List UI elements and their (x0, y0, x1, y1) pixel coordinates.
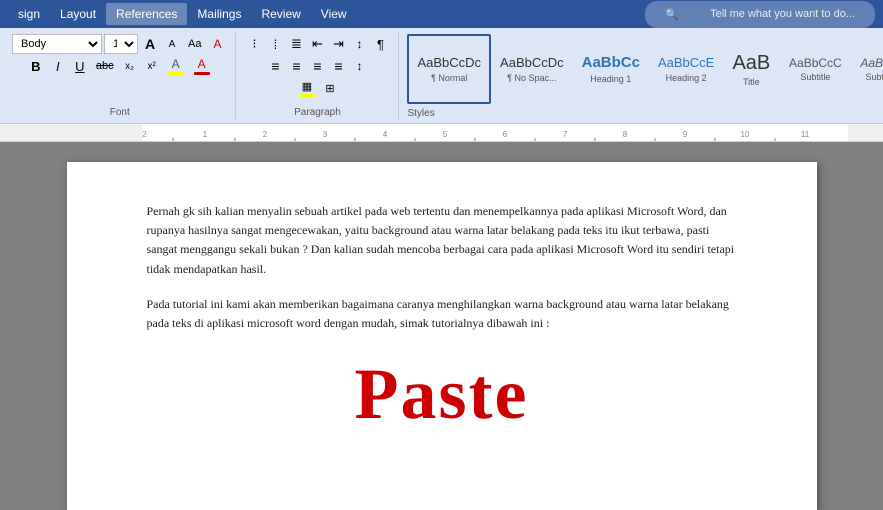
shading-button[interactable]: ▦ (295, 78, 319, 98)
style-heading2-preview: AaBbCcE (658, 55, 714, 71)
style-no-space-label: ¶ No Spac... (507, 73, 556, 83)
svg-text:2: 2 (263, 130, 268, 139)
style-normal-preview: AaBbCcDc (417, 55, 481, 71)
svg-text:1: 1 (203, 130, 208, 139)
highlight-color-button[interactable]: A (164, 56, 188, 76)
menu-item-layout[interactable]: Layout (50, 3, 106, 25)
sort-button[interactable]: ↕ (349, 34, 369, 54)
bold-button[interactable]: B (26, 56, 46, 76)
style-heading1[interactable]: AaBbCc Heading 1 (573, 34, 649, 104)
change-case-button[interactable]: Aa (184, 34, 205, 54)
paragraph-2: Pada tutorial ini kami akan memberikan b… (147, 295, 737, 333)
document-page: Pernah gk sih kalian menyalin sebuah art… (67, 162, 817, 510)
style-subtitle-label: Subtitle (800, 72, 830, 82)
style-subtitle[interactable]: AaBbCcC Subtitle (779, 34, 851, 104)
style-heading1-preview: AaBbCc (582, 54, 640, 72)
strikethrough-button[interactable]: abc (92, 56, 118, 76)
style-subtle-em[interactable]: AaBbCcDa Subtle Em... (851, 34, 883, 104)
line-spacing-button[interactable]: ↕ (349, 56, 369, 76)
document-area: Pernah gk sih kalian menyalin sebuah art… (0, 142, 883, 510)
style-subtle-em-label: Subtle Em... (866, 72, 883, 82)
style-no-space-preview: AaBbCcDc (500, 55, 564, 71)
style-no-space[interactable]: AaBbCcDc ¶ No Spac... (491, 34, 573, 104)
bullets-button[interactable]: ⁝ (244, 34, 264, 54)
decrease-indent-button[interactable]: ⇤ (307, 34, 327, 54)
justify-button[interactable]: ≡ (328, 56, 348, 76)
style-title-label: Title (743, 77, 760, 87)
svg-text:7: 7 (563, 130, 568, 139)
search-box[interactable]: 🔍 Tell me what you want to do... (645, 1, 875, 28)
svg-text:5: 5 (443, 130, 448, 139)
align-right-button[interactable]: ≡ (307, 56, 327, 76)
paragraph-1: Pernah gk sih kalian menyalin sebuah art… (147, 202, 737, 279)
svg-text:9: 9 (683, 130, 688, 139)
style-heading2[interactable]: AaBbCcE Heading 2 (649, 34, 723, 104)
style-normal[interactable]: AaBbCcDc ¶ Normal (407, 34, 491, 104)
style-heading1-label: Heading 1 (590, 74, 631, 84)
font-name-selector[interactable]: Body (12, 34, 102, 54)
styles-gallery: AaBbCcDc ¶ Normal AaBbCcDc ¶ No Spac... … (407, 34, 883, 104)
clear-format-button[interactable]: A (207, 34, 227, 54)
style-subtitle-preview: AaBbCcC (789, 56, 842, 70)
svg-text:-2: -2 (143, 130, 147, 139)
menu-item-sign[interactable]: sign (8, 3, 50, 25)
style-title[interactable]: AaB Title (723, 34, 779, 104)
style-title-preview: AaB (732, 51, 770, 75)
shrink-font-button[interactable]: A (162, 34, 182, 54)
menu-item-review[interactable]: Review (251, 3, 310, 25)
svg-text:10: 10 (741, 130, 750, 139)
svg-text:4: 4 (383, 130, 388, 139)
align-center-button[interactable]: ≡ (286, 56, 306, 76)
multilevel-list-button[interactable]: ≣ (286, 34, 306, 54)
superscript-button[interactable]: x² (142, 56, 162, 76)
styles-group-label: Styles (407, 104, 434, 119)
increase-indent-button[interactable]: ⇥ (328, 34, 348, 54)
font-color-button[interactable]: A (190, 56, 214, 76)
numbering-button[interactable]: ⁞ (265, 34, 285, 54)
paste-word: Paste (147, 353, 737, 436)
align-left-button[interactable]: ≡ (265, 56, 285, 76)
font-size-selector[interactable]: 11 (104, 34, 138, 54)
search-icon: 🔍 (655, 4, 689, 25)
search-placeholder: Tell me what you want to do... (700, 4, 865, 24)
style-heading2-label: Heading 2 (666, 73, 707, 83)
styles-group: AaBbCcDc ¶ Normal AaBbCcDc ¶ No Spac... … (403, 32, 883, 120)
style-normal-label: ¶ Normal (431, 73, 467, 83)
subscript-button[interactable]: x₂ (120, 56, 140, 76)
ruler: -2 1 2 3 4 5 6 7 8 9 10 (0, 124, 883, 142)
menu-item-references[interactable]: References (106, 3, 187, 25)
svg-text:6: 6 (503, 130, 508, 139)
show-marks-button[interactable]: ¶ (370, 34, 390, 54)
paragraph-group: ⁝ ⁞ ≣ ⇤ ⇥ ↕ ¶ ≡ ≡ ≡ ≡ ↕ ▦ (240, 32, 399, 120)
ribbon: Body 11 A A Aa A B I U abc x₂ x² A (0, 28, 883, 124)
menu-item-view[interactable]: View (311, 3, 357, 25)
svg-text:3: 3 (323, 130, 328, 139)
ruler-white: -2 1 2 3 4 5 6 7 8 9 10 (143, 124, 848, 141)
grow-font-button[interactable]: A (140, 34, 160, 54)
menu-bar: sign Layout References Mailings Review V… (0, 0, 883, 28)
font-group: Body 11 A A Aa A B I U abc x₂ x² A (8, 32, 236, 120)
svg-text:11: 11 (801, 130, 810, 139)
style-subtle-em-preview: AaBbCcDa (860, 56, 883, 70)
menu-item-mailings[interactable]: Mailings (187, 3, 251, 25)
underline-button[interactable]: U (70, 56, 90, 76)
svg-text:8: 8 (623, 130, 628, 139)
borders-button[interactable]: ⊞ (320, 78, 340, 98)
paragraph-group-label: Paragraph (294, 103, 341, 118)
font-group-label: Font (110, 103, 130, 118)
italic-button[interactable]: I (48, 56, 68, 76)
